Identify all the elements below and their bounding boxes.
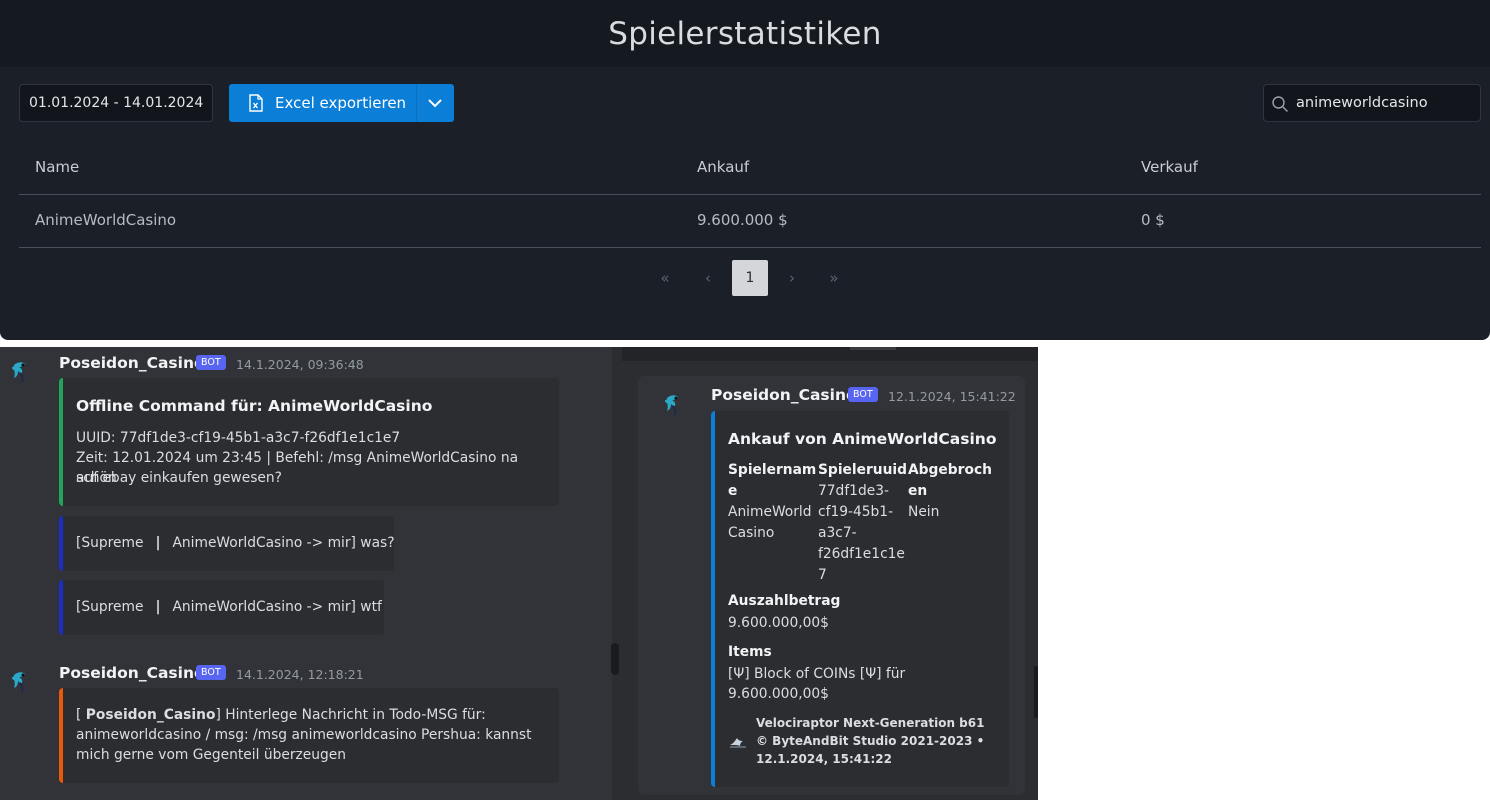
footer-line-3: 12.1.2024, 15:41:22 <box>756 752 892 766</box>
bracket-open: [ <box>76 707 86 723</box>
field-auszahlbetrag-label: Auszahlbetrag <box>728 593 841 609</box>
table-cell-name: AnimeWorldCasino <box>35 211 177 229</box>
field-abgebrochen-label: Abgebroch <box>908 462 992 478</box>
message-author[interactable]: Poseidon_Casino <box>711 386 857 404</box>
page-title: Spielerstatistiken <box>608 15 882 52</box>
embed-line-1: [ Poseidon_Casino] Hinterlege Nachricht … <box>76 705 486 725</box>
field-abgebrochen-label-cont: en <box>908 483 928 499</box>
reply-prefix: [Supreme <box>76 535 144 551</box>
embed-color-bar <box>59 378 63 506</box>
search-input[interactable] <box>1296 85 1476 121</box>
table-row-divider <box>19 247 1481 248</box>
field-uuid-label: Spieleruuid <box>818 462 908 478</box>
field-spielername-label-cont: e <box>728 483 738 499</box>
field-uuid-value-2: cf19-45b1- <box>818 504 894 520</box>
bold-name: Poseidon_Casino <box>85 707 216 723</box>
field-items-value-cont: 9.600.000,00$ <box>728 686 829 702</box>
reply-text: [Supreme | AnimeWorldCasino -> mir] was? <box>76 533 394 553</box>
bot-badge: BOT <box>196 355 226 370</box>
reply-separator: | <box>155 535 161 551</box>
embed-line-3: mich gerne vom Gegenteil überzeugen <box>76 747 346 763</box>
field-auszahlbetrag-value: 9.600.000,00$ <box>728 615 829 631</box>
scrollbar-thumb[interactable] <box>611 643 619 675</box>
footer-line-1: Velociraptor Next-Generation b61 <box>756 716 985 730</box>
field-items-value: [Ψ] Block of COINs [Ψ] für <box>728 666 906 682</box>
pagination-first-button[interactable]: « <box>647 260 683 296</box>
embed-color-bar <box>59 688 63 783</box>
embed-uuid-line: UUID: 77df1de3-cf19-45b1-a3c7-f26df1e1c1… <box>76 430 401 446</box>
export-button-label: Excel exportieren <box>275 94 407 112</box>
field-abgebrochen-value: Nein <box>908 504 940 520</box>
player-stats-panel: Spielerstatistiken 01.01.2024 - 14.01.20… <box>0 0 1490 340</box>
message-author[interactable]: Poseidon_Casino <box>59 354 205 372</box>
bot-badge: BOT <box>848 387 878 402</box>
excel-file-icon <box>249 94 263 112</box>
reply-separator: | <box>155 599 161 615</box>
panel-header: Spielerstatistiken <box>0 0 1490 67</box>
velociraptor-logo-icon <box>730 738 746 748</box>
embed-command-line-cont: auf ebay einkaufen gewesen? <box>76 470 282 486</box>
bot-avatar[interactable] <box>661 392 687 418</box>
embed-offline-command: Offline Command für: AnimeWorldCasino UU… <box>59 378 559 506</box>
bot-avatar[interactable] <box>8 359 34 385</box>
embed-reply-1: [Supreme | AnimeWorldCasino -> mir] was? <box>59 516 394 571</box>
column-header-verkauf[interactable]: Verkauf <box>1141 158 1198 176</box>
footer-line-2: © ByteAndBit Studio 2021-2023 • <box>756 734 985 748</box>
embed-reply-2: [Supreme | AnimeWorldCasino -> mir] wtf <box>59 580 384 635</box>
line1-rest: ] Hinterlege Nachricht in Todo-MSG für: <box>215 707 486 723</box>
field-spielername-label: Spielernam <box>728 462 817 478</box>
embed-title: Ankauf von AnimeWorldCasino <box>728 430 997 448</box>
field-spielername-value: AnimeWorld <box>728 504 812 520</box>
discord-chat-right: Poseidon_Casino BOT 12.1.2024, 15:41:22 … <box>622 347 1038 800</box>
embed-color-bar <box>59 516 63 571</box>
export-excel-button[interactable]: Excel exportieren <box>229 84 454 122</box>
embed-line-2: animeworldcasino / msg: /msg animeworldc… <box>76 727 532 743</box>
field-uuid-value-3: a3c7- <box>818 525 857 541</box>
message-timestamp[interactable]: 14.1.2024, 12:18:21 <box>236 667 364 682</box>
embed-title: Offline Command für: AnimeWorldCasino <box>76 397 433 415</box>
scrollbar-thumb[interactable] <box>1034 666 1038 718</box>
message-timestamp[interactable]: 12.1.2024, 15:41:22 <box>888 389 1016 404</box>
embed-ankauf: Ankauf von AnimeWorldCasino Spielernam e… <box>711 411 1009 787</box>
field-uuid-value-5: 7 <box>818 567 827 583</box>
search-icon <box>1272 96 1288 112</box>
discord-chat-left: Poseidon_Casino BOT 14.1.2024, 09:36:48 … <box>0 347 622 800</box>
field-uuid-value-4: f26df1e1c1e <box>818 546 905 562</box>
button-divider <box>416 84 417 122</box>
bot-avatar[interactable] <box>8 669 34 695</box>
message-timestamp[interactable]: 14.1.2024, 09:36:48 <box>236 357 364 372</box>
reply-suffix: AnimeWorldCasino -> mir] was? <box>172 535 394 551</box>
column-header-name[interactable]: Name <box>35 158 79 176</box>
message-card: Poseidon_Casino BOT 12.1.2024, 15:41:22 … <box>638 376 1025 795</box>
table-cell-ankauf: 9.600.000 $ <box>697 211 788 229</box>
field-spielername-value-cont: Casino <box>728 525 775 541</box>
table-cell-verkauf: 0 $ <box>1141 211 1165 229</box>
field-uuid-value-1: 77df1de3- <box>818 483 889 499</box>
reply-text: [Supreme | AnimeWorldCasino -> mir] wtf <box>76 597 382 617</box>
embed-color-bar <box>59 580 63 635</box>
scrollbar-track[interactable] <box>612 347 622 800</box>
bot-badge: BOT <box>196 665 226 680</box>
embed-color-bar <box>711 411 715 787</box>
chevron-down-icon[interactable] <box>427 96 443 110</box>
embed-todo-msg: [ Poseidon_Casino] Hinterlege Nachricht … <box>59 688 559 783</box>
reply-prefix: [Supreme <box>76 599 144 615</box>
field-items-label: Items <box>728 644 772 660</box>
channel-topbar <box>622 347 1038 361</box>
table-header-divider <box>19 194 1481 195</box>
pagination-last-button[interactable]: » <box>816 260 852 296</box>
column-header-ankauf[interactable]: Ankauf <box>697 158 749 176</box>
pagination-prev-button[interactable]: ‹ <box>690 260 726 296</box>
reply-suffix: AnimeWorldCasino -> mir] wtf <box>172 599 382 615</box>
pagination-page-1[interactable]: 1 <box>732 260 768 296</box>
pagination-next-button[interactable]: › <box>774 260 810 296</box>
date-range-picker[interactable]: 01.01.2024 - 14.01.2024 <box>19 84 213 122</box>
search-field[interactable] <box>1263 84 1481 122</box>
topbar-handle <box>850 347 896 350</box>
message-author[interactable]: Poseidon_Casino <box>59 664 205 682</box>
